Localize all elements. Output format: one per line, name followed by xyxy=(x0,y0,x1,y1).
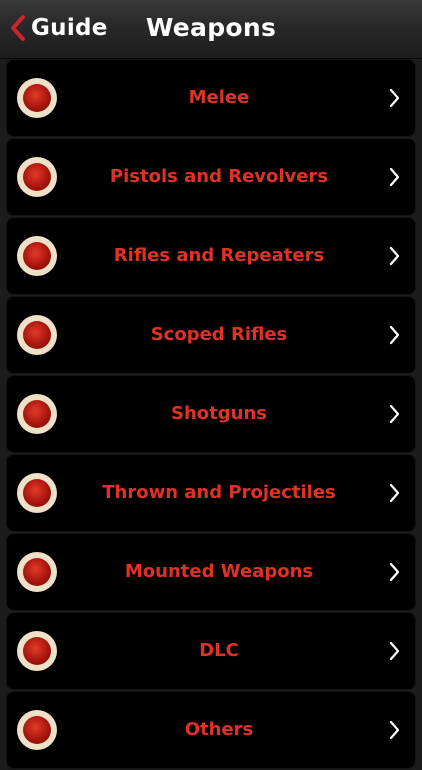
red-circle-icon xyxy=(17,710,57,750)
red-circle-icon xyxy=(17,394,57,434)
navigation-bar: Guide Weapons xyxy=(0,0,422,59)
red-circle-icon xyxy=(17,157,57,197)
list-item-label: Shotguns xyxy=(171,403,267,424)
list-item-dlc[interactable]: DLC xyxy=(6,612,416,690)
list-item-pistols-and-revolvers[interactable]: Pistols and Revolvers xyxy=(6,138,416,216)
red-circle-icon xyxy=(17,236,57,276)
chevron-right-icon xyxy=(389,483,400,503)
red-circle-icon xyxy=(17,552,57,592)
list-item-label: Scoped Rifles xyxy=(150,324,288,345)
red-circle-icon xyxy=(17,78,57,118)
list-item-melee[interactable]: Melee xyxy=(6,59,416,137)
list-item-others[interactable]: Others xyxy=(6,691,416,769)
list-item-label: Thrown and Projectiles xyxy=(102,482,336,503)
list-item-rifles-and-repeaters[interactable]: Rifles and Repeaters xyxy=(6,217,416,295)
list-item-shotguns[interactable]: Shotguns xyxy=(6,375,416,453)
list-item-label: DLC xyxy=(199,640,239,661)
red-circle-icon xyxy=(17,473,57,513)
list-item-label: Melee xyxy=(188,87,250,108)
list-item-scoped-rifles[interactable]: Scoped Rifles xyxy=(6,296,416,374)
list-item-label: Others xyxy=(184,719,254,740)
red-circle-icon xyxy=(17,631,57,671)
list-item-label: Rifles and Repeaters xyxy=(113,245,325,266)
list-item-mounted-weapons[interactable]: Mounted Weapons xyxy=(6,533,416,611)
chevron-right-icon xyxy=(389,325,400,345)
list-item-thrown-and-projectiles[interactable]: Thrown and Projectiles xyxy=(6,454,416,532)
list-item-label: Pistols and Revolvers xyxy=(109,166,329,187)
red-circle-icon xyxy=(17,315,57,355)
chevron-right-icon xyxy=(389,167,400,187)
list-item-label: Mounted Weapons xyxy=(124,561,314,582)
chevron-right-icon xyxy=(389,246,400,266)
weapon-category-list: Melee Pistols and Revolvers Rifles and R… xyxy=(6,59,416,770)
page-title: Weapons xyxy=(145,13,277,42)
chevron-right-icon xyxy=(389,641,400,661)
chevron-right-icon xyxy=(389,88,400,108)
chevron-right-icon xyxy=(389,404,400,424)
chevron-right-icon xyxy=(389,562,400,582)
chevron-right-icon xyxy=(389,720,400,740)
